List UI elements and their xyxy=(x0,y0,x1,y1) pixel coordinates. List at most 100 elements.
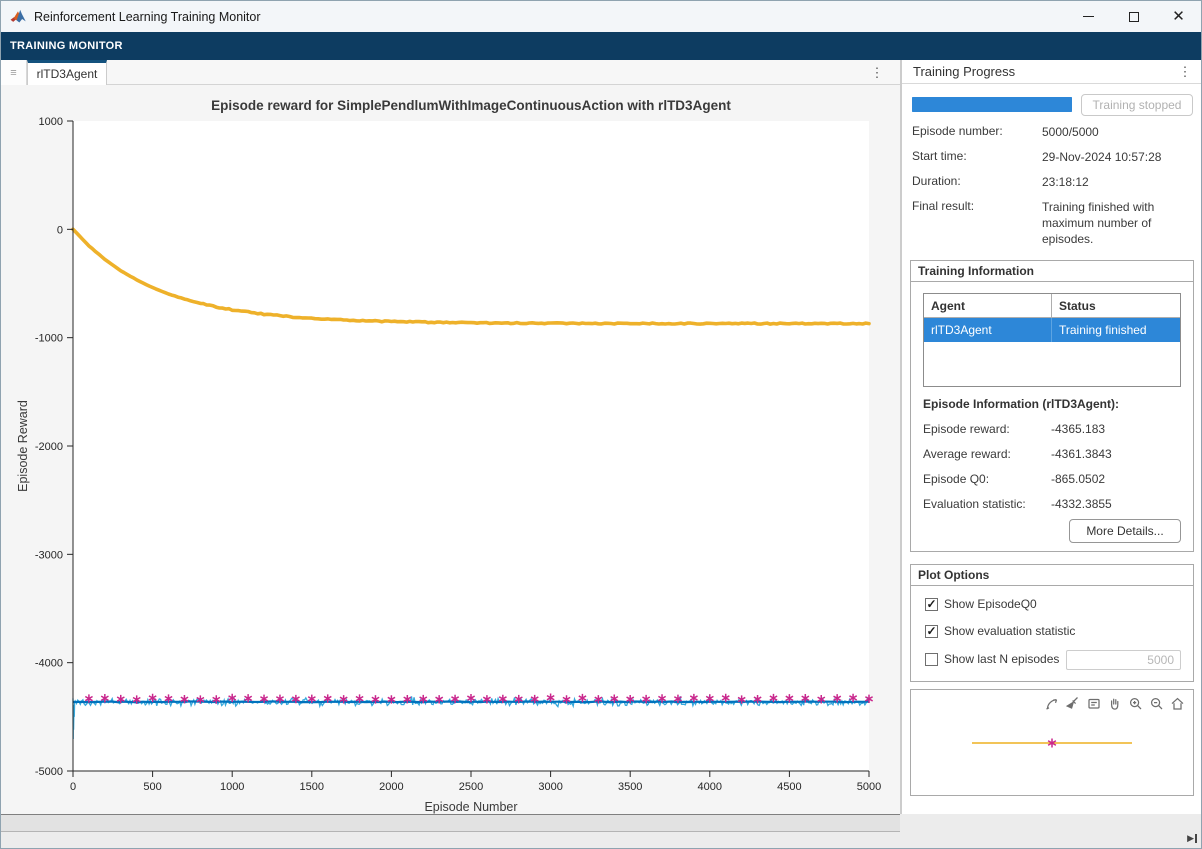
document-tab-bar: ≡ rlTD3Agent ⋮ xyxy=(1,60,900,85)
field-label: Duration: xyxy=(912,174,961,188)
checkbox-label: Show EpisodeQ0 xyxy=(944,597,1037,611)
field-label: Episode reward: xyxy=(923,422,1010,436)
restore-view-icon[interactable] xyxy=(1168,694,1187,712)
episode-number-row: Episode number: 5000/5000 xyxy=(912,124,1194,140)
field-label: Start time: xyxy=(912,149,967,163)
show-episodeq0-checkbox[interactable]: ✓ Show EpisodeQ0 xyxy=(925,597,1037,611)
minimize-icon xyxy=(1083,16,1094,17)
checkbox-box: ✓ xyxy=(925,597,938,611)
field-value: 29-Nov-2024 10:57:28 xyxy=(1042,150,1162,164)
svg-text:500: 500 xyxy=(143,781,161,793)
datatip-icon[interactable] xyxy=(1084,694,1103,712)
field-label: Average reward: xyxy=(923,447,1011,461)
tab-drag-handle[interactable]: ≡ xyxy=(1,60,27,85)
training-information-title: Training Information xyxy=(911,261,1193,282)
svg-text:1500: 1500 xyxy=(300,781,324,793)
field-label: Evaluation statistic: xyxy=(923,497,1026,511)
ellipsis-icon: ⋮ xyxy=(870,64,884,80)
field-label: Episode Q0: xyxy=(923,472,990,486)
agent-status-table: Agent Status rlTD3Agent Training finishe… xyxy=(923,293,1181,387)
svg-text:-5000: -5000 xyxy=(35,766,63,778)
panel-actions-button[interactable]: ⋮ xyxy=(1177,64,1193,80)
export-icon[interactable] xyxy=(1042,694,1061,712)
more-details-button[interactable]: More Details... xyxy=(1069,519,1181,543)
zoom-out-icon[interactable] xyxy=(1147,694,1166,712)
close-icon: ✕ xyxy=(1172,8,1185,25)
plot-options-box: Plot Options ✓ Show EpisodeQ0 ✓ Show eva… xyxy=(910,564,1194,682)
tab-rltd3agent[interactable]: rlTD3Agent xyxy=(27,60,107,85)
plot-options-title: Plot Options xyxy=(911,565,1193,586)
zoom-in-icon[interactable] xyxy=(1126,694,1145,712)
training-stopped-button[interactable]: Training stopped xyxy=(1081,94,1193,116)
reward-chart: 1000 0 -1000 -2000 -3000 -4000 -5000 0 500 1000 15… xyxy=(16,98,881,814)
figure-horizontal-scrollbar[interactable] xyxy=(1,814,900,832)
svg-text:3500: 3500 xyxy=(618,781,642,793)
show-last-n-episodes-checkbox[interactable]: Show last N episodes xyxy=(925,652,1059,666)
average-reward-row: Average reward: -4361.3843 xyxy=(923,447,1183,461)
svg-text:5000: 5000 xyxy=(857,781,881,793)
field-value: -4332.3855 xyxy=(1051,497,1112,511)
window-title: Reinforcement Learning Training Monitor xyxy=(34,9,261,24)
brush-icon[interactable] xyxy=(1063,694,1082,712)
axes-toolbar xyxy=(1042,694,1187,712)
svg-text:0: 0 xyxy=(57,224,63,236)
svg-text:4500: 4500 xyxy=(777,781,801,793)
tab-label: rlTD3Agent xyxy=(36,67,98,81)
svg-text:4000: 4000 xyxy=(698,781,722,793)
skip-end-icon: ▶ xyxy=(1187,833,1194,843)
matlab-logo-icon xyxy=(10,9,26,23)
field-value: -4361.3843 xyxy=(1051,447,1112,461)
svg-text:3000: 3000 xyxy=(538,781,562,793)
title-bar: Reinforcement Learning Training Monitor … xyxy=(1,1,1201,32)
column-status: Status xyxy=(1059,298,1096,313)
reward-chart-figure: 1000 0 -1000 -2000 -3000 -4000 -5000 0 500 1000 15… xyxy=(1,85,900,814)
field-label: Episode number: xyxy=(912,124,1003,138)
svg-text:-4000: -4000 xyxy=(35,658,63,670)
training-progress-header: Training Progress ⋮ xyxy=(902,60,1201,84)
training-progress-bar xyxy=(912,97,1072,112)
svg-text:1000: 1000 xyxy=(220,781,244,793)
final-result-row: Final result: Training finished with max… xyxy=(912,199,1194,248)
tab-actions-button[interactable]: ⋮ xyxy=(868,60,886,85)
toolstrip-tab-training-monitor[interactable]: TRAINING MONITOR xyxy=(1,40,123,52)
field-value: -4365.183 xyxy=(1051,422,1106,436)
training-progress-fill xyxy=(912,97,1072,112)
field-value: Training finished with maximum number of… xyxy=(1042,200,1155,247)
table-empty-area xyxy=(924,342,1180,386)
training-information-box: Training Information Agent Status rlTD3A… xyxy=(910,260,1194,552)
svg-text:0: 0 xyxy=(70,781,76,793)
toolstrip: TRAINING MONITOR xyxy=(1,32,1201,60)
show-evaluation-statistic-checkbox[interactable]: ✓ Show evaluation statistic xyxy=(925,624,1075,638)
checkbox-label: Show last N episodes xyxy=(944,652,1060,666)
checkbox-box: ✓ xyxy=(925,624,938,638)
svg-text:-3000: -3000 xyxy=(35,549,63,561)
episode-reward-row: Episode reward: -4365.183 xyxy=(923,422,1183,436)
table-row-rltd3agent[interactable]: rlTD3Agent Training finished xyxy=(924,318,1180,342)
field-label: Final result: xyxy=(912,199,975,213)
evaluation-statistic-row: Evaluation statistic: -4332.3855 xyxy=(923,497,1183,511)
checkbox-label: Show evaluation statistic xyxy=(944,624,1076,638)
panel-title: Training Progress xyxy=(913,64,1016,79)
episode-q0-row: Episode Q0: -865.0502 xyxy=(923,472,1183,486)
ellipsis-icon: ⋮ xyxy=(1178,64,1192,79)
skip-to-end-button[interactable]: ▶ xyxy=(1187,833,1197,844)
svg-text:Episode Number: Episode Number xyxy=(424,800,517,814)
svg-text:1000: 1000 xyxy=(39,116,63,128)
table-header-row: Agent Status xyxy=(924,294,1180,318)
svg-text:2000: 2000 xyxy=(379,781,403,793)
pan-icon[interactable] xyxy=(1105,694,1124,712)
episode-information-title: Episode Information (rlTD3Agent): xyxy=(923,397,1119,411)
field-value: 23:18:12 xyxy=(1042,175,1089,189)
column-agent: Agent xyxy=(924,294,1052,317)
svg-text:Episode reward for SimplePendl: Episode reward for SimplePendlumWithImag… xyxy=(211,98,731,113)
app-window: Reinforcement Learning Training Monitor … xyxy=(0,0,1202,849)
maximize-button[interactable] xyxy=(1111,1,1156,32)
field-value: -865.0502 xyxy=(1051,472,1106,486)
svg-text:2500: 2500 xyxy=(459,781,483,793)
close-button[interactable]: ✕ xyxy=(1156,1,1201,32)
grip-icon: ≡ xyxy=(10,66,17,79)
svg-text:-2000: -2000 xyxy=(35,441,63,453)
minimize-button[interactable] xyxy=(1066,1,1111,32)
last-n-episodes-input[interactable] xyxy=(1066,650,1181,670)
mini-plot-box xyxy=(910,689,1194,796)
